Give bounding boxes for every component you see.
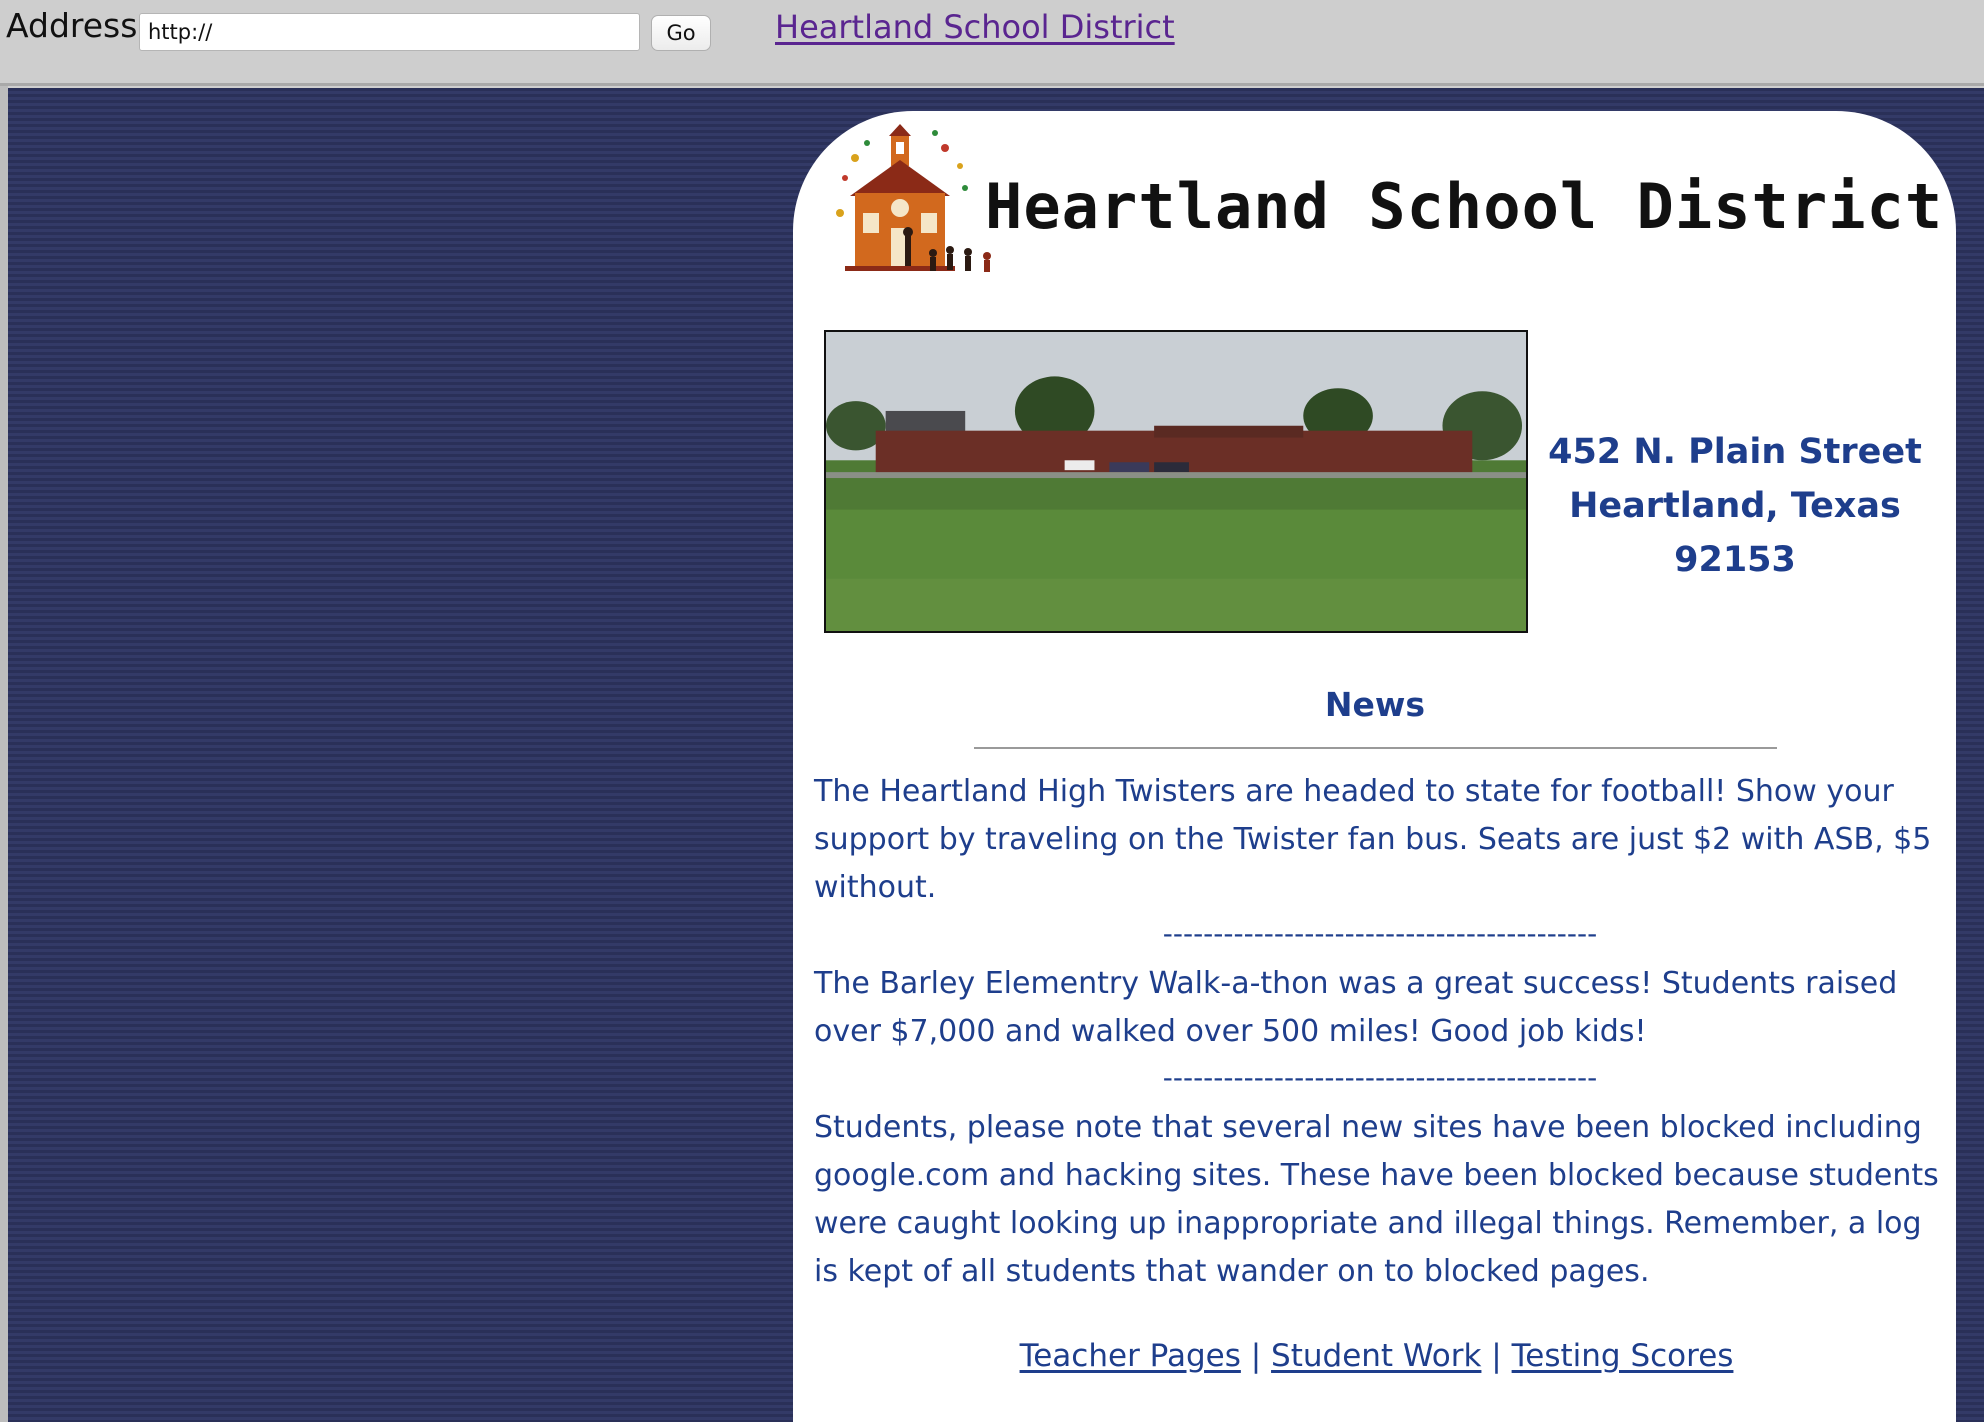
link-divider: | bbox=[1250, 1338, 1262, 1374]
address-zip: 92153 bbox=[1674, 540, 1796, 580]
news-item: The Barley Elementry Walk-a-thon was a g… bbox=[814, 966, 1898, 1049]
page-left-edge bbox=[0, 86, 8, 1422]
news-divider bbox=[974, 747, 1777, 749]
go-button[interactable]: Go bbox=[651, 15, 711, 51]
news-item: Students, please note that several new s… bbox=[814, 1110, 1939, 1289]
address-street: 452 N. Plain Street bbox=[1548, 432, 1922, 472]
site-title: Heartland School District bbox=[985, 170, 1944, 243]
student-work-link[interactable]: Student Work bbox=[1271, 1338, 1481, 1374]
address-bar: Address: Go Heartland School District bbox=[0, 0, 1984, 86]
news-separator: ----------------------------------------… bbox=[1162, 1061, 1598, 1094]
school-address: 452 N. Plain Street Heartland, Texas 921… bbox=[1535, 425, 1935, 587]
news-heading: News bbox=[1324, 685, 1426, 724]
school-building-photo bbox=[824, 330, 1528, 633]
footer-links: Teacher Pages | Student Work | Testing S… bbox=[814, 1338, 1939, 1374]
news-separator: ----------------------------------------… bbox=[1162, 917, 1598, 950]
link-divider: | bbox=[1491, 1338, 1502, 1374]
teacher-pages-link[interactable]: Teacher Pages bbox=[1020, 1338, 1241, 1374]
address-label: Address: bbox=[6, 6, 149, 45]
news-item: The Heartland High Twisters are headed t… bbox=[814, 774, 1932, 905]
address-city: Heartland, Texas bbox=[1569, 486, 1901, 526]
site-link[interactable]: Heartland School District bbox=[775, 8, 1175, 46]
url-input[interactable] bbox=[139, 13, 640, 51]
testing-scores-link[interactable]: Testing Scores bbox=[1512, 1338, 1734, 1374]
